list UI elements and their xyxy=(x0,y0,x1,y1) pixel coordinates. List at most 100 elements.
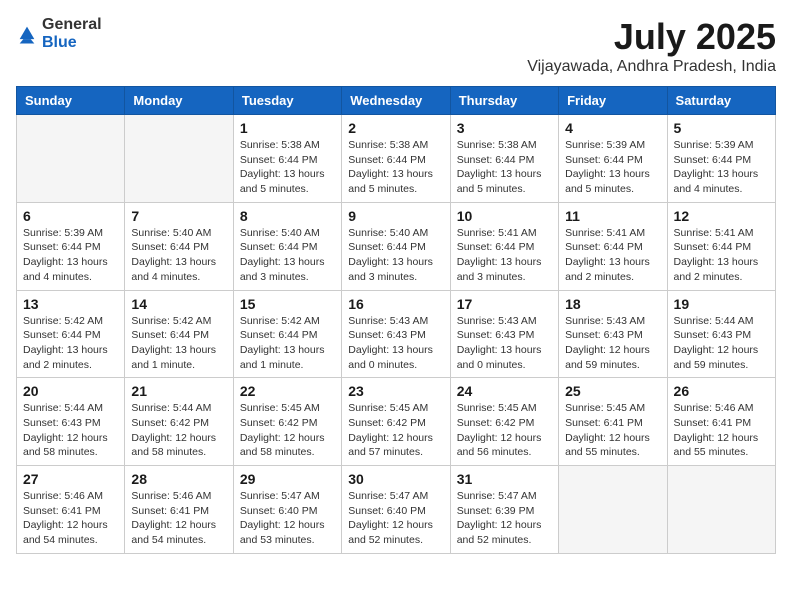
day-number: 31 xyxy=(457,471,552,487)
day-number: 23 xyxy=(348,383,443,399)
column-header-monday: Monday xyxy=(125,87,233,115)
day-info: Sunrise: 5:47 AM Sunset: 6:40 PM Dayligh… xyxy=(240,489,335,548)
calendar-cell: 18 Sunrise: 5:43 AM Sunset: 6:43 PM Dayli… xyxy=(559,290,667,378)
logo: General Blue xyxy=(16,16,102,52)
day-info: Sunrise: 5:40 AM Sunset: 6:44 PM Dayligh… xyxy=(348,226,443,285)
day-number: 18 xyxy=(565,296,660,312)
title-area: July 2025 Vijayawada, Andhra Pradesh, In… xyxy=(527,16,776,76)
day-info: Sunrise: 5:41 AM Sunset: 6:44 PM Dayligh… xyxy=(674,226,769,285)
day-number: 1 xyxy=(240,120,335,136)
day-info: Sunrise: 5:43 AM Sunset: 6:43 PM Dayligh… xyxy=(565,314,660,373)
day-number: 10 xyxy=(457,208,552,224)
day-number: 5 xyxy=(674,120,769,136)
month-title: July 2025 xyxy=(527,16,776,58)
column-header-thursday: Thursday xyxy=(450,87,558,115)
day-info: Sunrise: 5:46 AM Sunset: 6:41 PM Dayligh… xyxy=(674,401,769,460)
day-info: Sunrise: 5:42 AM Sunset: 6:44 PM Dayligh… xyxy=(23,314,118,373)
day-number: 16 xyxy=(348,296,443,312)
day-number: 19 xyxy=(674,296,769,312)
calendar-cell: 22 Sunrise: 5:45 AM Sunset: 6:42 PM Dayli… xyxy=(233,378,341,466)
day-info: Sunrise: 5:41 AM Sunset: 6:44 PM Dayligh… xyxy=(457,226,552,285)
day-info: Sunrise: 5:43 AM Sunset: 6:43 PM Dayligh… xyxy=(457,314,552,373)
day-info: Sunrise: 5:38 AM Sunset: 6:44 PM Dayligh… xyxy=(348,138,443,197)
day-number: 7 xyxy=(131,208,226,224)
day-number: 6 xyxy=(23,208,118,224)
day-number: 8 xyxy=(240,208,335,224)
calendar-cell: 3 Sunrise: 5:38 AM Sunset: 6:44 PM Daylig… xyxy=(450,115,558,203)
day-number: 22 xyxy=(240,383,335,399)
day-number: 13 xyxy=(23,296,118,312)
day-info: Sunrise: 5:42 AM Sunset: 6:44 PM Dayligh… xyxy=(240,314,335,373)
column-header-saturday: Saturday xyxy=(667,87,775,115)
day-info: Sunrise: 5:42 AM Sunset: 6:44 PM Dayligh… xyxy=(131,314,226,373)
day-number: 30 xyxy=(348,471,443,487)
calendar-cell: 17Sunrise: 5:43 AM Sunset: 6:43 PM Dayli… xyxy=(450,290,558,378)
calendar-cell: 20 Sunrise: 5:44 AM Sunset: 6:43 PM Dayli… xyxy=(17,378,125,466)
calendar-cell: 15Sunrise: 5:42 AM Sunset: 6:44 PM Dayli… xyxy=(233,290,341,378)
calendar-cell xyxy=(125,115,233,203)
day-number: 21 xyxy=(131,383,226,399)
day-info: Sunrise: 5:45 AM Sunset: 6:42 PM Dayligh… xyxy=(348,401,443,460)
day-info: Sunrise: 5:45 AM Sunset: 6:42 PM Dayligh… xyxy=(240,401,335,460)
logo-blue-text: Blue xyxy=(42,34,77,51)
week-row-3: 13 Sunrise: 5:42 AM Sunset: 6:44 PM Dayli… xyxy=(17,290,776,378)
column-header-wednesday: Wednesday xyxy=(342,87,450,115)
day-number: 28 xyxy=(131,471,226,487)
day-info: Sunrise: 5:47 AM Sunset: 6:40 PM Dayligh… xyxy=(348,489,443,548)
column-header-friday: Friday xyxy=(559,87,667,115)
calendar-cell: 10 Sunrise: 5:41 AM Sunset: 6:44 PM Dayli… xyxy=(450,202,558,290)
column-header-sunday: Sunday xyxy=(17,87,125,115)
day-info: Sunrise: 5:39 AM Sunset: 6:44 PM Dayligh… xyxy=(23,226,118,285)
day-info: Sunrise: 5:46 AM Sunset: 6:41 PM Dayligh… xyxy=(131,489,226,548)
calendar-cell: 27Sunrise: 5:46 AM Sunset: 6:41 PM Dayli… xyxy=(17,466,125,554)
day-info: Sunrise: 5:38 AM Sunset: 6:44 PM Dayligh… xyxy=(457,138,552,197)
day-info: Sunrise: 5:43 AM Sunset: 6:43 PM Dayligh… xyxy=(348,314,443,373)
day-info: Sunrise: 5:44 AM Sunset: 6:42 PM Dayligh… xyxy=(131,401,226,460)
calendar-cell: 21 Sunrise: 5:44 AM Sunset: 6:42 PM Dayli… xyxy=(125,378,233,466)
day-info: Sunrise: 5:45 AM Sunset: 6:41 PM Dayligh… xyxy=(565,401,660,460)
day-info: Sunrise: 5:44 AM Sunset: 6:43 PM Dayligh… xyxy=(23,401,118,460)
calendar-cell xyxy=(559,466,667,554)
week-row-5: 27Sunrise: 5:46 AM Sunset: 6:41 PM Dayli… xyxy=(17,466,776,554)
week-row-1: 1 Sunrise: 5:38 AM Sunset: 6:44 PM Daylig… xyxy=(17,115,776,203)
logo-general-text: General xyxy=(42,16,102,33)
calendar-cell: 19 Sunrise: 5:44 AM Sunset: 6:43 PM Dayli… xyxy=(667,290,775,378)
day-info: Sunrise: 5:45 AM Sunset: 6:42 PM Dayligh… xyxy=(457,401,552,460)
calendar-cell: 12 Sunrise: 5:41 AM Sunset: 6:44 PM Dayli… xyxy=(667,202,775,290)
calendar-cell: 13 Sunrise: 5:42 AM Sunset: 6:44 PM Dayli… xyxy=(17,290,125,378)
day-info: Sunrise: 5:41 AM Sunset: 6:44 PM Dayligh… xyxy=(565,226,660,285)
header: General Blue July 2025 Vijayawada, Andhr… xyxy=(16,16,776,76)
calendar-cell: 4 Sunrise: 5:39 AM Sunset: 6:44 PM Daylig… xyxy=(559,115,667,203)
location-title: Vijayawada, Andhra Pradesh, India xyxy=(527,58,776,76)
day-number: 20 xyxy=(23,383,118,399)
calendar-cell: 26 Sunrise: 5:46 AM Sunset: 6:41 PM Dayli… xyxy=(667,378,775,466)
day-number: 4 xyxy=(565,120,660,136)
calendar-cell: 30 Sunrise: 5:47 AM Sunset: 6:40 PM Dayli… xyxy=(342,466,450,554)
day-info: Sunrise: 5:46 AM Sunset: 6:41 PM Dayligh… xyxy=(23,489,118,548)
calendar-cell: 9Sunrise: 5:40 AM Sunset: 6:44 PM Daylig… xyxy=(342,202,450,290)
calendar-cell: 5 Sunrise: 5:39 AM Sunset: 6:44 PM Daylig… xyxy=(667,115,775,203)
calendar-cell: 1Sunrise: 5:38 AM Sunset: 6:44 PM Daylig… xyxy=(233,115,341,203)
calendar-cell: 24 Sunrise: 5:45 AM Sunset: 6:42 PM Dayli… xyxy=(450,378,558,466)
calendar-cell: 28 Sunrise: 5:46 AM Sunset: 6:41 PM Dayli… xyxy=(125,466,233,554)
calendar-cell: 31 Sunrise: 5:47 AM Sunset: 6:39 PM Dayli… xyxy=(450,466,558,554)
day-number: 3 xyxy=(457,120,552,136)
week-row-2: 6 Sunrise: 5:39 AM Sunset: 6:44 PM Daylig… xyxy=(17,202,776,290)
calendar: SundayMondayTuesdayWednesdayThursdayFrid… xyxy=(16,86,776,554)
calendar-cell xyxy=(17,115,125,203)
logo-icon xyxy=(16,23,38,45)
day-number: 24 xyxy=(457,383,552,399)
calendar-cell: 6 Sunrise: 5:39 AM Sunset: 6:44 PM Daylig… xyxy=(17,202,125,290)
day-number: 26 xyxy=(674,383,769,399)
calendar-cell: 16 Sunrise: 5:43 AM Sunset: 6:43 PM Dayli… xyxy=(342,290,450,378)
calendar-cell: 7Sunrise: 5:40 AM Sunset: 6:44 PM Daylig… xyxy=(125,202,233,290)
day-info: Sunrise: 5:47 AM Sunset: 6:39 PM Dayligh… xyxy=(457,489,552,548)
day-info: Sunrise: 5:39 AM Sunset: 6:44 PM Dayligh… xyxy=(674,138,769,197)
column-header-tuesday: Tuesday xyxy=(233,87,341,115)
calendar-cell: 14Sunrise: 5:42 AM Sunset: 6:44 PM Dayli… xyxy=(125,290,233,378)
day-info: Sunrise: 5:44 AM Sunset: 6:43 PM Dayligh… xyxy=(674,314,769,373)
day-number: 12 xyxy=(674,208,769,224)
day-number: 11 xyxy=(565,208,660,224)
calendar-cell: 8Sunrise: 5:40 AM Sunset: 6:44 PM Daylig… xyxy=(233,202,341,290)
day-info: Sunrise: 5:39 AM Sunset: 6:44 PM Dayligh… xyxy=(565,138,660,197)
